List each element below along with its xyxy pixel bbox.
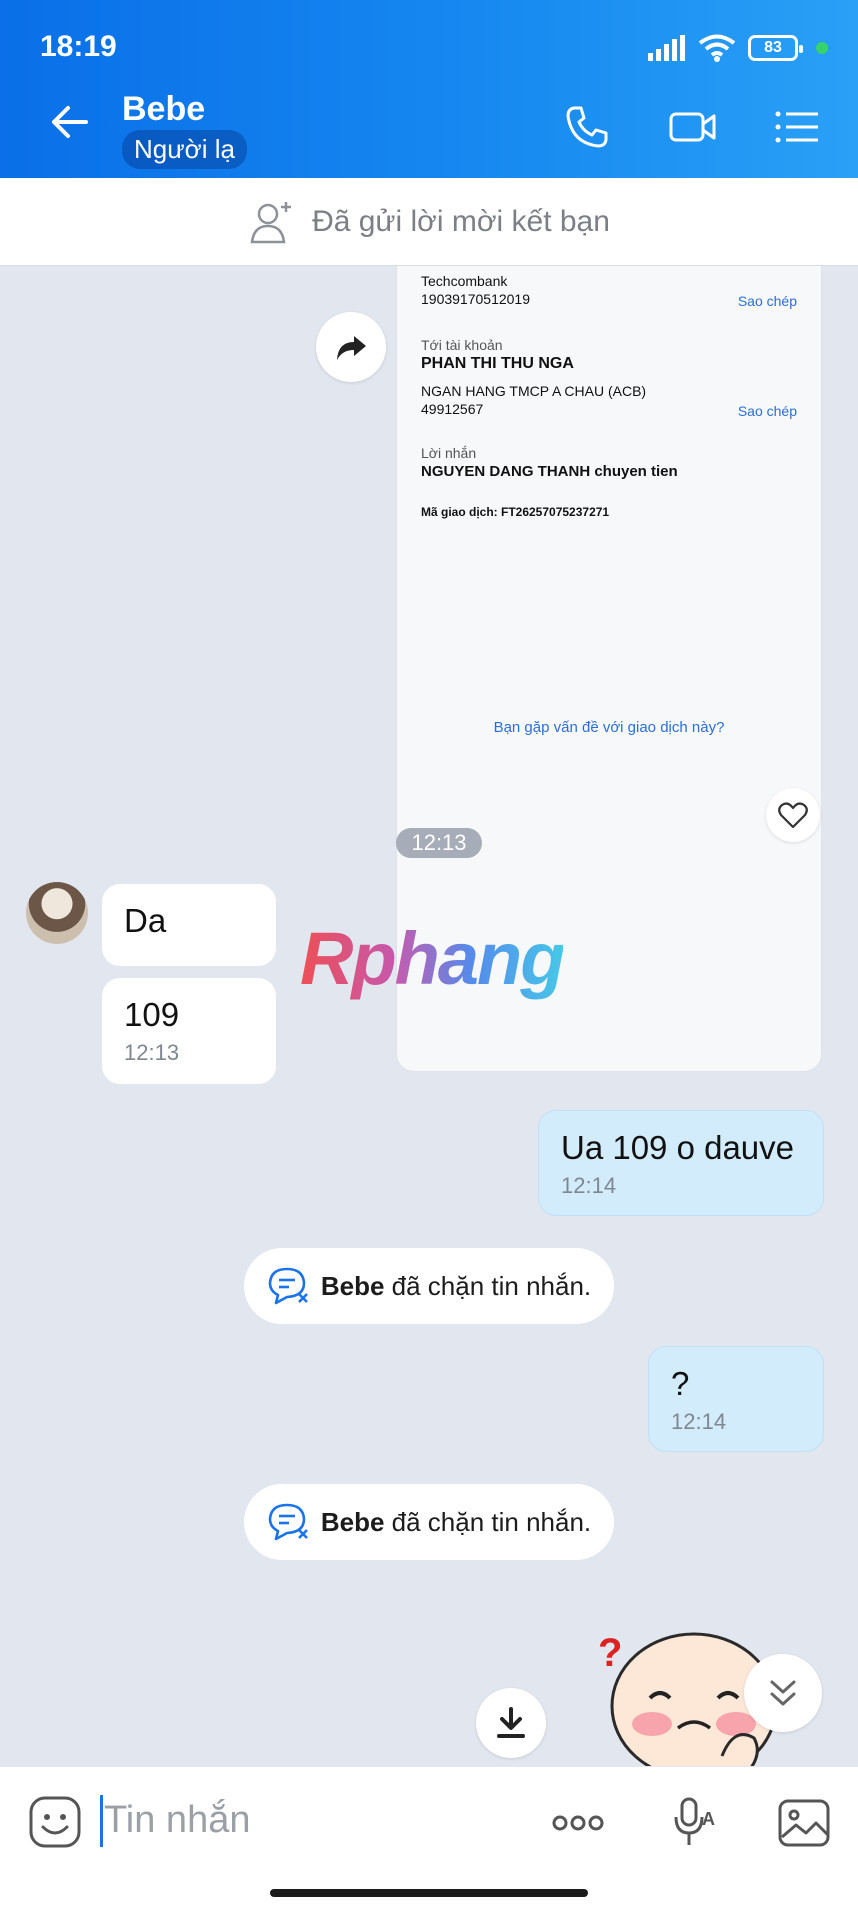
scroll-to-bottom-button[interactable] xyxy=(744,1654,822,1732)
blocked-chat-icon xyxy=(268,1503,308,1541)
receipt-to-label: Tới tài khoản xyxy=(421,337,503,353)
privacy-dot xyxy=(816,42,828,54)
receipt-note-text: NGUYEN DANG THANH chuyen tien xyxy=(421,463,678,480)
outgoing-message-1[interactable]: Ua 109 o dauve 12:14 xyxy=(538,1110,824,1216)
message-text: Ua 109 o dauve xyxy=(561,1129,795,1166)
friend-request-banner[interactable]: Đã gửi lời mời kết bạn xyxy=(0,178,858,266)
receipt-note-label: Lời nhắn xyxy=(421,445,477,461)
forward-arrow-icon xyxy=(337,336,366,360)
video-call-icon[interactable] xyxy=(668,102,718,152)
receipt-to-name: PHAN THI THU NGA xyxy=(421,355,574,372)
phone-call-icon[interactable] xyxy=(562,102,612,152)
receipt-issue-link[interactable]: Bạn gặp vấn đề với giao dịch này? xyxy=(397,719,821,736)
contact-name[interactable]: Bebe xyxy=(122,90,205,129)
system-name: Bebe xyxy=(320,1270,385,1301)
message-time: 12:13 xyxy=(124,1040,180,1065)
download-button[interactable] xyxy=(476,1688,546,1758)
message-composer: Tin nhắn A xyxy=(0,1766,858,1908)
sticker-emoji-icon[interactable] xyxy=(28,1795,82,1849)
copy-to-account-link[interactable]: Sao chép xyxy=(738,403,797,419)
friend-request-text: Đã gửi lời mời kết bạn xyxy=(312,204,610,238)
system-notice-blocked-1: Bebe đã chặn tin nhắn. xyxy=(244,1248,614,1324)
system-notice-blocked-2: Bebe đã chặn tin nhắn. xyxy=(244,1484,614,1560)
app-bar: Bebe Người lạ xyxy=(0,74,858,178)
system-text: đã chặn tin nhắn. xyxy=(391,1270,592,1301)
receipt-bank-name: Techcombank xyxy=(421,273,508,289)
chat-area[interactable]: Techcombank 19039170512019 Sao chép Tới … xyxy=(0,266,858,1766)
image-gallery-icon[interactable] xyxy=(776,1795,832,1851)
svg-text:A: A xyxy=(702,1809,715,1829)
receipt-transaction-id: Mã giao dịch: FT26257075237271 xyxy=(421,505,610,519)
status-icons: 83 xyxy=(648,32,828,64)
outgoing-message-2[interactable]: ? 12:14 xyxy=(648,1346,824,1452)
copy-from-account-link[interactable]: Sao chép xyxy=(738,293,797,309)
download-icon xyxy=(497,1707,525,1738)
forward-button[interactable] xyxy=(316,312,386,382)
incoming-message-2[interactable]: 109 12:13 xyxy=(102,978,276,1084)
battery-indicator: 83 xyxy=(748,35,803,61)
system-text: đã chặn tin nhắn. xyxy=(391,1506,592,1537)
message-text: ? xyxy=(671,1365,690,1402)
signal-icon xyxy=(648,35,685,61)
home-indicator xyxy=(270,1889,588,1897)
more-options-icon[interactable] xyxy=(550,1795,606,1851)
receipt-to-bank: NGAN HANG TMCP A CHAU (ACB) xyxy=(421,383,647,399)
time-divider: 12:13 xyxy=(396,828,482,858)
message-text: 109 xyxy=(124,996,180,1033)
contact-avatar[interactable] xyxy=(26,882,88,944)
status-time: 18:19 xyxy=(40,30,117,63)
heart-icon xyxy=(778,802,808,829)
double-chevron-down-icon xyxy=(770,1680,796,1706)
receipt-to-account: 49912567 xyxy=(421,401,484,417)
text-caret xyxy=(100,1795,103,1847)
receipt-from-account: 19039170512019 xyxy=(421,291,531,307)
wifi-icon xyxy=(698,34,736,62)
blocked-chat-icon xyxy=(268,1267,308,1305)
system-name: Bebe xyxy=(320,1506,385,1537)
react-heart-button[interactable] xyxy=(766,788,820,842)
svg-text:?: ? xyxy=(598,1631,622,1675)
back-arrow-icon[interactable] xyxy=(46,98,94,146)
message-input[interactable]: Tin nhắn xyxy=(104,1799,250,1842)
voice-input-icon[interactable]: A xyxy=(668,1795,724,1851)
status-bar: 18:19 83 xyxy=(0,0,858,72)
incoming-message-1[interactable]: Da xyxy=(102,884,276,966)
message-text: Da xyxy=(124,902,167,939)
app-header: 18:19 83 Bebe Người lạ xyxy=(0,0,858,178)
message-time: 12:14 xyxy=(671,1409,727,1434)
add-friend-icon xyxy=(250,201,292,243)
menu-list-icon[interactable] xyxy=(772,102,822,152)
contact-tag: Người lạ xyxy=(122,130,247,169)
message-time: 12:14 xyxy=(561,1173,617,1198)
watermark-logo: Rphang xyxy=(300,917,565,1000)
